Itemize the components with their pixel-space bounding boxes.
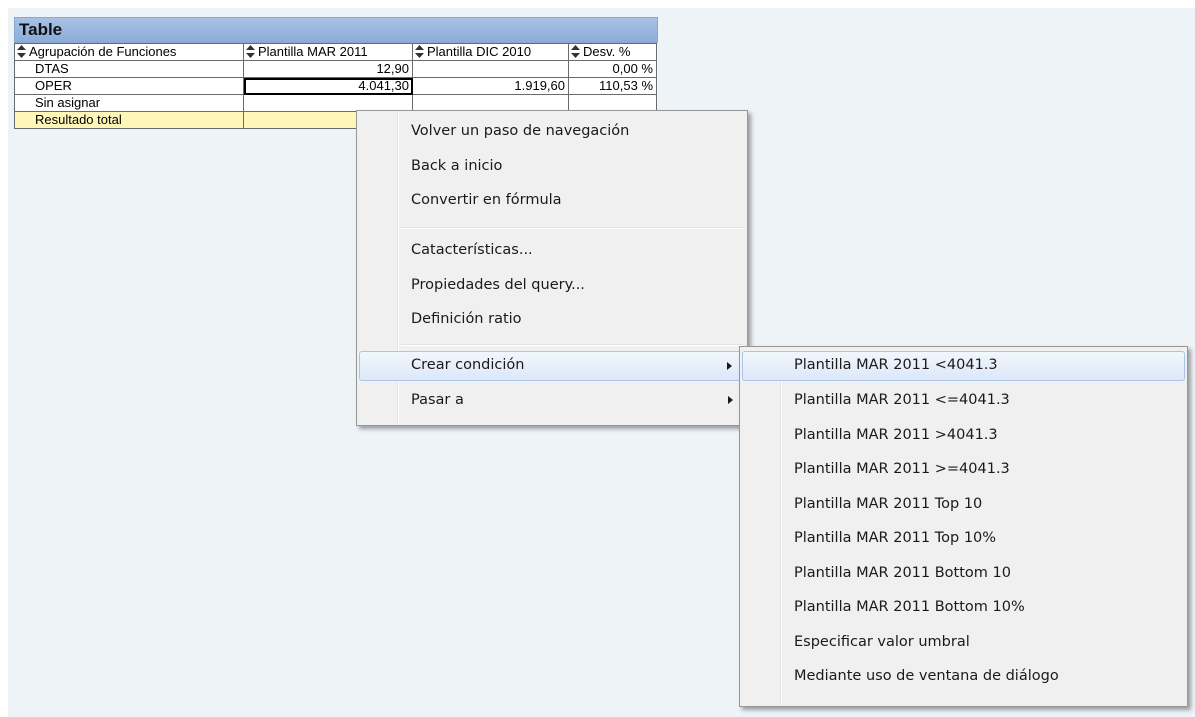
column-header-plantilla-mar-2011[interactable]: Plantilla MAR 2011 bbox=[243, 43, 413, 61]
menu-item-label: Back a inicio bbox=[411, 158, 503, 174]
table-row: OPER 4.041,30 1.919,60 110,53 % bbox=[14, 77, 657, 95]
chevron-right-icon bbox=[727, 362, 732, 370]
menu-item-definicion-ratio[interactable]: Definición ratio bbox=[359, 305, 745, 335]
sort-up-down-icon[interactable] bbox=[571, 45, 580, 58]
menu-item-label: Plantilla MAR 2011 Top 10 bbox=[794, 496, 983, 512]
menu-item-label: Definición ratio bbox=[411, 311, 522, 327]
menu-item-back-inicio[interactable]: Back a inicio bbox=[359, 152, 745, 182]
row-label[interactable]: OPER bbox=[14, 77, 244, 95]
submenu-crear-condicion: Plantilla MAR 2011 <4041.3 Plantilla MAR… bbox=[739, 346, 1188, 707]
cell-desv[interactable]: 110,53 % bbox=[568, 77, 657, 95]
submenu-item-bottom10-pct[interactable]: Plantilla MAR 2011 Bottom 10% bbox=[742, 593, 1185, 623]
menu-item-volver[interactable]: Volver un paso de navegación bbox=[359, 117, 745, 147]
menu-separator bbox=[401, 344, 743, 346]
submenu-item-valor-umbral[interactable]: Especificar valor umbral bbox=[742, 628, 1185, 658]
menu-item-label: Mediante uso de ventana de diálogo bbox=[794, 668, 1059, 684]
menu-item-label: Plantilla MAR 2011 >=4041.3 bbox=[794, 461, 1010, 477]
submenu-item-le[interactable]: Plantilla MAR 2011 <=4041.3 bbox=[742, 386, 1185, 416]
cell-dic2010[interactable] bbox=[412, 60, 569, 78]
menu-item-label: Especificar valor umbral bbox=[794, 634, 970, 650]
row-label[interactable]: DTAS bbox=[14, 60, 244, 78]
menu-item-label: Volver un paso de navegación bbox=[411, 123, 630, 139]
menu-item-crear-condicion[interactable]: Crear condición bbox=[359, 351, 745, 381]
sort-up-down-icon[interactable] bbox=[415, 45, 424, 58]
menu-item-label: Propiedades del query... bbox=[411, 277, 585, 293]
menu-item-label: Plantilla MAR 2011 >4041.3 bbox=[794, 427, 998, 443]
cell-mar2011-selected[interactable]: 4.041,30 bbox=[243, 77, 413, 95]
submenu-item-gt[interactable]: Plantilla MAR 2011 >4041.3 bbox=[742, 421, 1185, 451]
column-header-agrupacion[interactable]: Agrupación de Funciones bbox=[14, 43, 244, 61]
cell-mar2011[interactable]: 12,90 bbox=[243, 60, 413, 78]
menu-item-convertir-formula[interactable]: Convertir en fórmula bbox=[359, 186, 745, 216]
table-title: Table bbox=[19, 20, 63, 39]
cell-dic2010[interactable] bbox=[412, 94, 569, 112]
submenu-item-bottom10[interactable]: Plantilla MAR 2011 Bottom 10 bbox=[742, 559, 1185, 589]
column-header-plantilla-dic-2010[interactable]: Plantilla DIC 2010 bbox=[412, 43, 569, 61]
menu-item-label: Convertir en fórmula bbox=[411, 192, 562, 208]
sort-up-down-icon[interactable] bbox=[17, 45, 26, 58]
menu-item-pasar-a[interactable]: Pasar a bbox=[359, 386, 745, 416]
submenu-item-ventana-dialogo[interactable]: Mediante uso de ventana de diálogo bbox=[742, 662, 1185, 692]
sort-up-down-icon[interactable] bbox=[246, 45, 255, 58]
submenu-item-top10[interactable]: Plantilla MAR 2011 Top 10 bbox=[742, 490, 1185, 520]
cell-mar2011[interactable] bbox=[243, 94, 413, 112]
menu-item-label: Crear condición bbox=[411, 357, 525, 373]
table-header-row: Agrupación de Funciones Plantilla MAR 20… bbox=[14, 43, 657, 61]
table-title-bar: Table bbox=[14, 17, 658, 43]
row-label[interactable]: Sin asignar bbox=[14, 94, 244, 112]
column-header-desv[interactable]: Desv. % bbox=[568, 43, 657, 61]
column-header-label: Plantilla MAR 2011 bbox=[258, 44, 368, 60]
table-row: Sin asignar bbox=[14, 94, 657, 112]
menu-item-label: Plantilla MAR 2011 Bottom 10 bbox=[794, 565, 1011, 581]
submenu-item-top10-pct[interactable]: Plantilla MAR 2011 Top 10% bbox=[742, 524, 1185, 554]
menu-item-label: Plantilla MAR 2011 Bottom 10% bbox=[794, 599, 1025, 615]
cell-desv[interactable]: 0,00 % bbox=[568, 60, 657, 78]
submenu-item-ge[interactable]: Plantilla MAR 2011 >=4041.3 bbox=[742, 455, 1185, 485]
menu-item-label: Catacterísticas... bbox=[411, 242, 533, 258]
menu-item-caracteristicas[interactable]: Catacterísticas... bbox=[359, 236, 745, 266]
column-header-label: Desv. % bbox=[583, 44, 631, 60]
menu-item-label: Plantilla MAR 2011 <4041.3 bbox=[794, 357, 998, 373]
menu-item-label: Plantilla MAR 2011 <=4041.3 bbox=[794, 392, 1010, 408]
column-header-label: Plantilla DIC 2010 bbox=[427, 44, 532, 60]
cell-dic2010[interactable]: 1.919,60 bbox=[412, 77, 569, 95]
cell-desv[interactable] bbox=[568, 94, 657, 112]
column-header-label: Agrupación de Funciones bbox=[29, 44, 177, 60]
menu-item-label: Plantilla MAR 2011 Top 10% bbox=[794, 530, 997, 546]
submenu-item-lt[interactable]: Plantilla MAR 2011 <4041.3 bbox=[742, 351, 1185, 381]
menu-item-label: Pasar a bbox=[411, 392, 464, 408]
row-label[interactable]: Resultado total bbox=[14, 111, 244, 129]
chevron-right-icon bbox=[728, 396, 733, 404]
context-menu: Volver un paso de navegación Back a inic… bbox=[356, 110, 748, 426]
table-row: DTAS 12,90 0,00 % bbox=[14, 60, 657, 78]
menu-separator bbox=[401, 227, 743, 229]
menu-item-propiedades-query[interactable]: Propiedades del query... bbox=[359, 271, 745, 301]
